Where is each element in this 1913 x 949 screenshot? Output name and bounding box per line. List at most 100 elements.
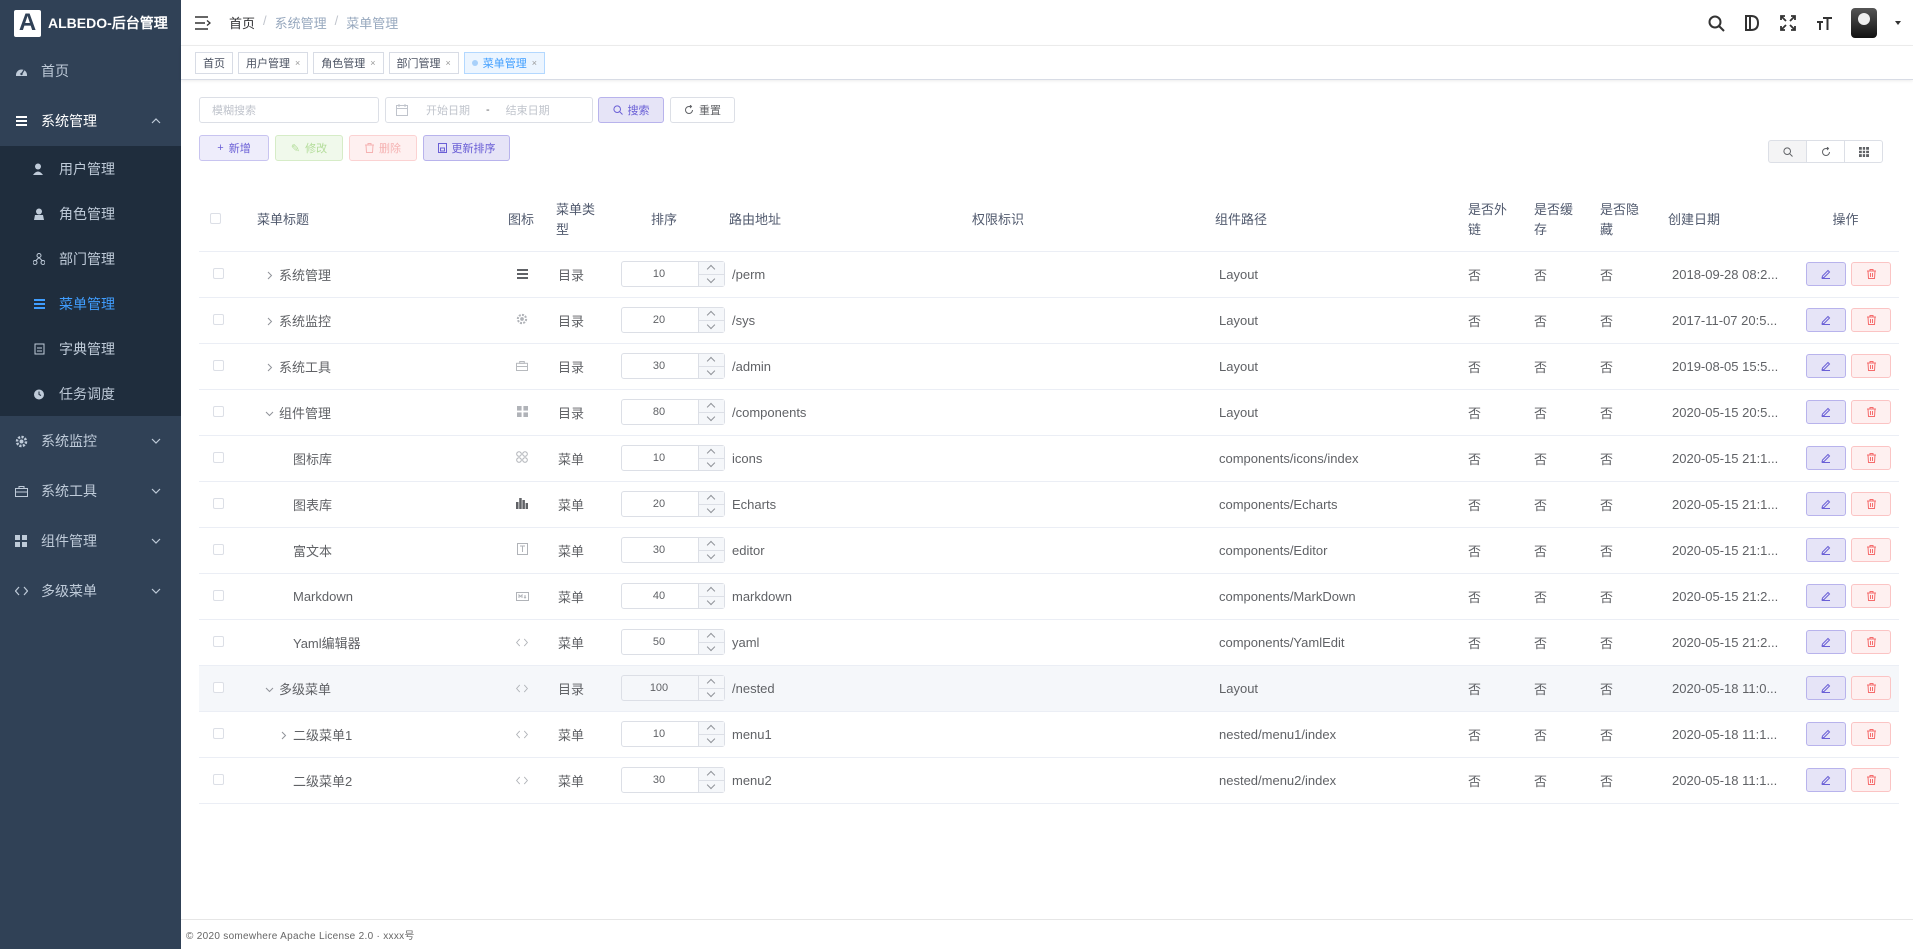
sort-stepper[interactable]: 20 xyxy=(621,307,725,333)
increase-icon[interactable] xyxy=(706,770,716,780)
increase-icon[interactable] xyxy=(706,264,716,274)
sort-stepper[interactable]: 20 xyxy=(621,491,725,517)
decrease-icon[interactable] xyxy=(706,320,716,330)
close-icon[interactable]: × xyxy=(532,58,537,68)
sort-stepper[interactable]: 30 xyxy=(621,537,725,563)
row-edit-button[interactable] xyxy=(1806,584,1846,608)
increase-icon[interactable] xyxy=(706,586,716,596)
close-icon[interactable]: × xyxy=(370,58,375,68)
breadcrumb-level1[interactable]: 系统管理 xyxy=(275,13,327,32)
decrease-icon[interactable] xyxy=(706,274,716,284)
sort-stepper[interactable]: 30 xyxy=(621,767,725,793)
sidebar-item-dict[interactable]: 字典管理 xyxy=(0,326,181,371)
row-checkbox[interactable] xyxy=(213,313,224,325)
row-checkbox[interactable] xyxy=(213,405,224,417)
sort-value[interactable]: 40 xyxy=(622,590,696,602)
increase-icon[interactable] xyxy=(706,402,716,412)
date-range-picker[interactable]: 开始日期 - 结束日期 xyxy=(385,97,593,123)
update-sort-button[interactable]: 更新排序 xyxy=(423,135,510,161)
table-row[interactable]: 二级菜单2 菜单 30 menu2 nested/menu2/index 否否否 2020-… xyxy=(199,757,1899,804)
row-checkbox[interactable] xyxy=(213,773,224,785)
sort-stepper[interactable]: 30 xyxy=(621,353,725,379)
sort-value[interactable]: 80 xyxy=(622,406,696,418)
increase-icon[interactable] xyxy=(706,678,716,688)
sort-stepper[interactable]: 100 xyxy=(621,675,725,701)
row-checkbox[interactable] xyxy=(213,543,224,555)
row-delete-button[interactable] xyxy=(1851,446,1891,470)
table-row[interactable]: 富文本 菜单 30 editor components/Editor 否否否 2020-05… xyxy=(199,527,1899,574)
sidebar-item-dept[interactable]: 部门管理 xyxy=(0,236,181,281)
row-delete-button[interactable] xyxy=(1851,492,1891,516)
tag-dept[interactable]: 部门管理 × xyxy=(388,51,459,74)
fullscreen-icon[interactable] xyxy=(1779,14,1797,32)
row-edit-button[interactable] xyxy=(1806,354,1846,378)
sort-value[interactable]: 100 xyxy=(622,682,696,694)
search-icon[interactable] xyxy=(1707,14,1725,32)
tag-menu[interactable]: 菜单管理 × xyxy=(463,51,546,74)
sidebar-item-nested[interactable]: 多级菜单 xyxy=(0,566,181,616)
sort-stepper[interactable]: 10 xyxy=(621,261,725,287)
row-edit-button[interactable] xyxy=(1806,538,1846,562)
search-input[interactable]: 模糊搜索 xyxy=(199,97,379,123)
increase-icon[interactable] xyxy=(706,632,716,642)
row-delete-button[interactable] xyxy=(1851,768,1891,792)
decrease-icon[interactable] xyxy=(706,550,716,560)
end-date-input[interactable]: 结束日期 xyxy=(506,102,550,118)
decrease-icon[interactable] xyxy=(706,504,716,514)
logo[interactable]: A ALBEDO-后台管理 xyxy=(0,0,181,46)
add-button[interactable]: + 新增 xyxy=(199,135,269,161)
chevron-down-icon[interactable] xyxy=(265,685,277,697)
tag-roles[interactable]: 角色管理 × xyxy=(313,51,384,74)
increase-icon[interactable] xyxy=(706,724,716,734)
increase-icon[interactable] xyxy=(706,494,716,504)
row-delete-button[interactable] xyxy=(1851,308,1891,332)
caret-down-icon[interactable] xyxy=(1895,21,1901,25)
sort-value[interactable]: 30 xyxy=(622,774,696,786)
sidebar-item-components[interactable]: 组件管理 xyxy=(0,516,181,566)
row-edit-button[interactable] xyxy=(1806,308,1846,332)
sort-value[interactable]: 10 xyxy=(622,452,696,464)
row-edit-button[interactable] xyxy=(1806,768,1846,792)
row-delete-button[interactable] xyxy=(1851,262,1891,286)
sort-value[interactable]: 20 xyxy=(622,314,696,326)
docs-icon[interactable] xyxy=(1743,14,1761,32)
sidebar-item-users[interactable]: 用户管理 xyxy=(0,146,181,191)
row-checkbox[interactable] xyxy=(213,635,224,647)
row-edit-button[interactable] xyxy=(1806,262,1846,286)
table-row[interactable]: 组件管理 目录 80/components Layout 否否否 2020-05-15 2… xyxy=(199,389,1899,436)
sort-value[interactable]: 30 xyxy=(622,544,696,556)
table-row[interactable]: Yaml编辑器 菜单 50 yaml components/YamlEdit 否否否 202… xyxy=(199,619,1899,666)
sort-value[interactable]: 30 xyxy=(622,360,696,372)
row-delete-button[interactable] xyxy=(1851,584,1891,608)
breadcrumb-home[interactable]: 首页 xyxy=(229,13,255,32)
row-edit-button[interactable] xyxy=(1806,400,1846,424)
sidebar-item-roles[interactable]: 角色管理 xyxy=(0,191,181,236)
decrease-icon[interactable] xyxy=(706,642,716,652)
start-date-input[interactable]: 开始日期 xyxy=(426,102,470,118)
close-icon[interactable]: × xyxy=(446,58,451,68)
hamburger-icon[interactable] xyxy=(195,15,211,30)
sidebar-item-jobs[interactable]: 任务调度 xyxy=(0,371,181,416)
increase-icon[interactable] xyxy=(706,310,716,320)
row-delete-button[interactable] xyxy=(1851,676,1891,700)
decrease-icon[interactable] xyxy=(706,596,716,606)
toggle-search-button[interactable] xyxy=(1768,140,1807,163)
search-button[interactable]: 搜索 xyxy=(598,97,664,123)
sort-stepper[interactable]: 10 xyxy=(621,445,725,471)
sort-value[interactable]: 10 xyxy=(622,268,696,280)
row-delete-button[interactable] xyxy=(1851,354,1891,378)
row-delete-button[interactable] xyxy=(1851,400,1891,424)
sort-value[interactable]: 10 xyxy=(622,728,696,740)
tag-users[interactable]: 用户管理 × xyxy=(238,51,309,74)
sort-value[interactable]: 50 xyxy=(622,636,696,648)
delete-button[interactable]: 删除 xyxy=(349,135,417,161)
sidebar-item-home[interactable]: 首页 xyxy=(0,46,181,96)
sort-stepper[interactable]: 40 xyxy=(621,583,725,609)
row-checkbox[interactable] xyxy=(213,359,224,371)
row-checkbox[interactable] xyxy=(213,681,224,693)
columns-button[interactable] xyxy=(1844,140,1883,163)
row-delete-button[interactable] xyxy=(1851,538,1891,562)
row-edit-button[interactable] xyxy=(1806,722,1846,746)
table-row[interactable]: 图表库 菜单 20 Echarts components/Echarts 否否否 2020-… xyxy=(199,481,1899,528)
refresh-button[interactable] xyxy=(1806,140,1845,163)
